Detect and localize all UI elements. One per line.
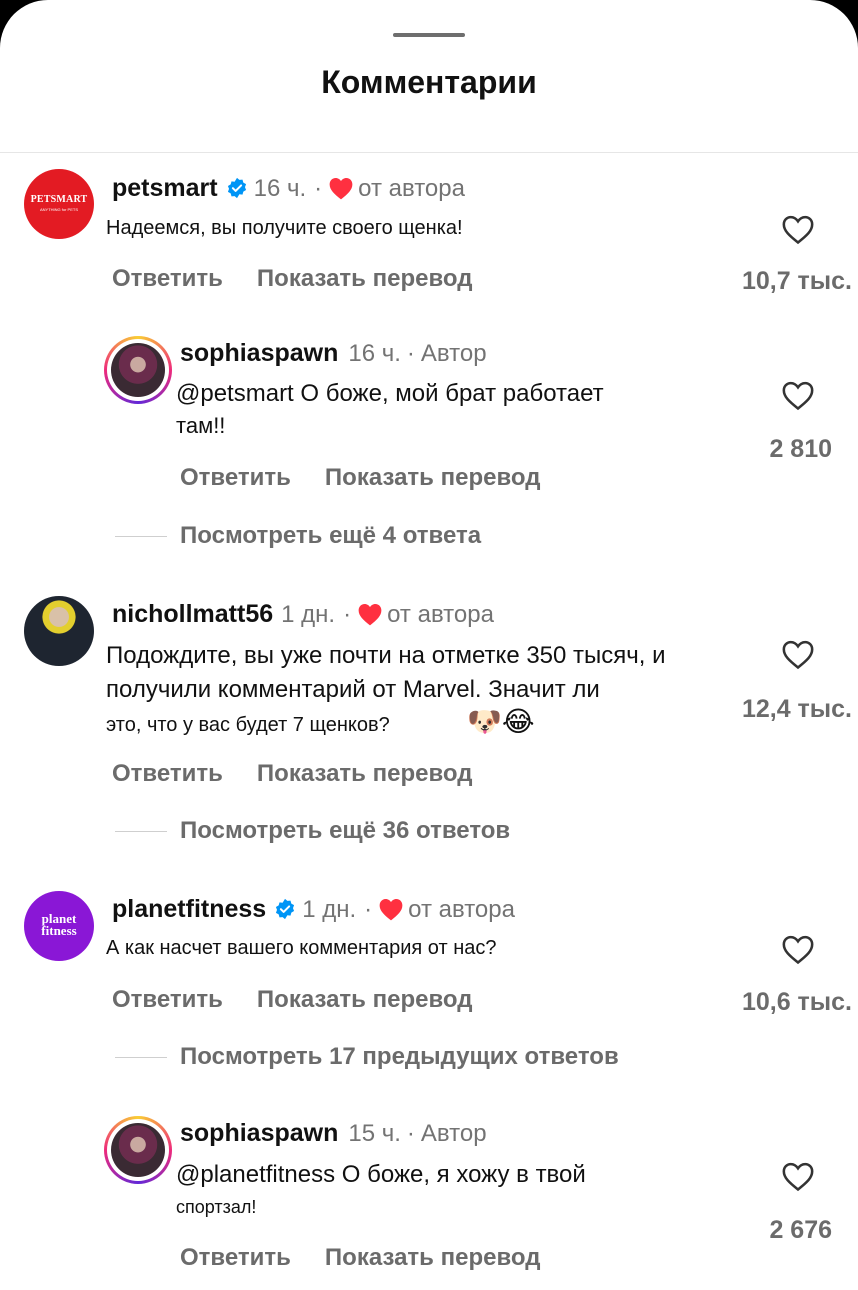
replies-divider <box>115 1057 167 1058</box>
comment-text-line-1: Подождите, вы уже почти на отметке 350 т… <box>106 642 666 669</box>
show-translation-button[interactable]: Показать перевод <box>325 464 541 491</box>
drag-handle[interactable] <box>393 33 465 37</box>
avatar[interactable]: planet fitness <box>24 891 94 961</box>
avatar-story-ring[interactable] <box>104 1116 172 1184</box>
reply-button[interactable]: Ответить <box>112 760 223 787</box>
author-badge: Автор <box>420 340 487 367</box>
replies-divider <box>115 536 167 537</box>
like-count: 2 676 <box>769 1216 832 1244</box>
timestamp: 1 дн. <box>281 601 336 628</box>
replies-divider <box>115 831 167 832</box>
avatar[interactable] <box>24 596 94 666</box>
username[interactable]: planetfitness <box>112 895 266 923</box>
verified-badge-icon <box>227 177 246 199</box>
heart-outline-icon[interactable] <box>781 1160 815 1192</box>
comment-actions: Ответить Показать перевод <box>112 760 506 788</box>
timestamp: 16 ч. <box>253 175 307 202</box>
comment-text: А как насчет вашего комментария от нас? <box>106 937 497 959</box>
show-translation-button[interactable]: Показать перевод <box>257 986 473 1013</box>
heart-outline-icon[interactable] <box>781 379 815 411</box>
username[interactable]: nichollmatt56 <box>112 600 273 628</box>
comment-text-line-3: это, что у вас будет 7 щенков? <box>106 714 390 736</box>
heart-outline-icon[interactable] <box>781 213 815 245</box>
separator: · <box>364 896 373 923</box>
username[interactable]: sophiaspawn <box>180 339 338 367</box>
like-count: 12,4 тыс. <box>741 695 852 723</box>
heart-filled-icon <box>358 604 382 626</box>
comment-header: petsmart 16 ч. · от автора <box>112 174 465 203</box>
show-translation-button[interactable]: Показать перевод <box>257 265 473 292</box>
sheet-title: Комментарии <box>321 64 537 100</box>
avatar-logo-subtext: fitness <box>41 923 77 938</box>
heart-outline-icon[interactable] <box>781 638 815 670</box>
heart-filled-icon <box>329 178 353 200</box>
separator: · <box>406 340 415 367</box>
timestamp: 16 ч. <box>348 340 401 367</box>
view-previous-replies-button[interactable]: Посмотреть 17 предыдущих ответов <box>180 1043 619 1071</box>
timestamp: 1 дн. <box>302 896 357 923</box>
emoji-puppy-laughing: 🐶😂 <box>467 706 535 737</box>
username[interactable]: sophiaspawn <box>180 1119 338 1147</box>
liked-by-author-label: от автора <box>408 896 515 923</box>
avatar <box>111 343 165 397</box>
reply-button[interactable]: Ответить <box>180 464 291 491</box>
timestamp: 15 ч. <box>348 1120 401 1147</box>
avatar-logo-subtext: ANYTHING for PETS <box>39 207 78 212</box>
show-translation-button[interactable]: Показать перевод <box>257 760 473 787</box>
separator: · <box>406 1120 415 1147</box>
comment-text-line-2: там!! <box>176 413 226 438</box>
username[interactable]: petsmart <box>112 174 218 202</box>
view-more-replies-button[interactable]: Посмотреть ещё 36 ответов <box>180 817 510 845</box>
comment-header: sophiaspawn 16 ч. · Автор <box>180 339 487 368</box>
comment-actions: Ответить Показать перевод <box>180 464 574 492</box>
comment-actions: Ответить Показать перевод <box>180 1244 574 1272</box>
comment-header: planetfitness 1 дн. · от автора <box>112 895 515 924</box>
separator: · <box>343 601 352 628</box>
comment-text-line-1: @petsmart О боже, мой брат работает <box>176 380 604 407</box>
verified-badge-icon <box>276 898 295 920</box>
reply-button[interactable]: Ответить <box>112 986 223 1013</box>
like-count: 10,7 тыс. <box>741 267 852 295</box>
liked-by-author-label: от автора <box>358 175 465 202</box>
reply-button[interactable]: Ответить <box>180 1244 291 1271</box>
comment-text-line-2: получили комментарий от Marvel. Значит л… <box>106 676 600 703</box>
author-badge: Автор <box>420 1120 487 1147</box>
comments-sheet: Комментарии PETSMART ANYTHING for PETS p… <box>0 0 858 1290</box>
avatar <box>111 1123 165 1177</box>
comment-actions: Ответить Показать перевод <box>112 986 506 1014</box>
separator: · <box>314 175 323 202</box>
header-divider <box>0 152 858 153</box>
comment-header: nichollmatt56 1 дн. · от автора <box>112 600 494 629</box>
view-more-replies-button[interactable]: Посмотреть ещё 4 ответа <box>180 522 481 550</box>
avatar-logo-text: PETSMART <box>30 194 88 205</box>
like-count: 10,6 тыс. <box>741 988 852 1016</box>
comment-text: Надеемся, вы получите своего щенка! <box>106 217 463 239</box>
comment-text-line-2: спортзал! <box>176 1197 257 1217</box>
comment-actions: Ответить Показать перевод <box>112 265 506 293</box>
heart-filled-icon <box>379 899 403 921</box>
heart-outline-icon[interactable] <box>781 933 815 965</box>
reply-button[interactable]: Ответить <box>112 265 223 292</box>
liked-by-author-label: от автора <box>387 601 494 628</box>
comment-header: sophiaspawn 15 ч. · Автор <box>180 1119 487 1148</box>
avatar[interactable]: PETSMART ANYTHING for PETS <box>24 169 94 239</box>
like-count: 2 810 <box>769 435 832 463</box>
show-translation-button[interactable]: Показать перевод <box>325 1244 541 1271</box>
avatar-story-ring[interactable] <box>104 336 172 404</box>
comment-text-line-1: @planetfitness О боже, я хожу в твой <box>176 1161 586 1188</box>
